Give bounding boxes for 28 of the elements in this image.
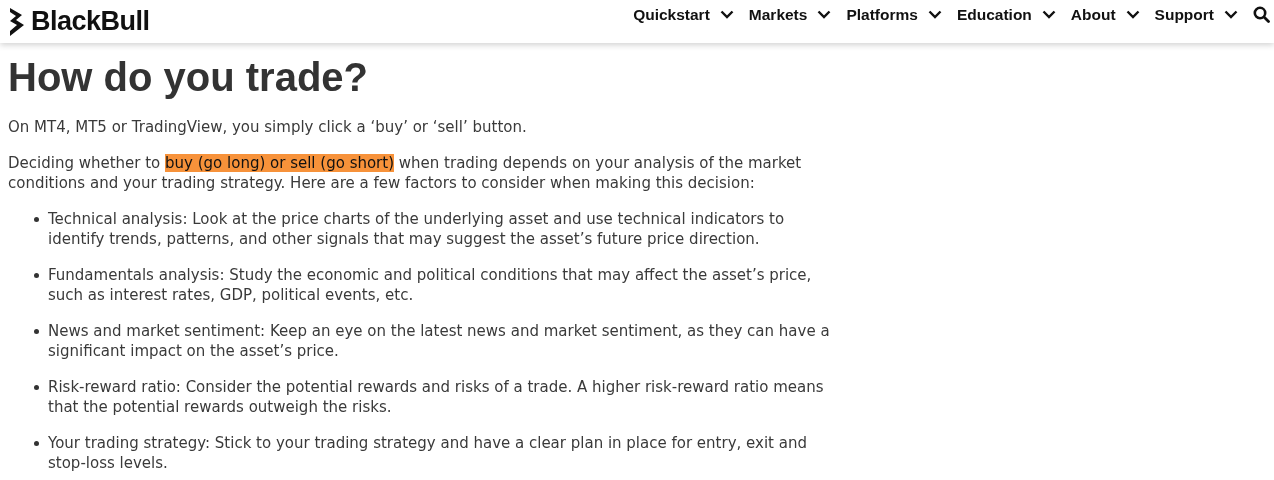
- search-icon[interactable]: [1253, 6, 1270, 23]
- factor-text: Fundamentals analysis: Study the economic and political conditions that may affect the asset’s price, such as interest rates, GDP, political events, etc.: [48, 265, 813, 305]
- chevron-down-icon: [719, 10, 734, 19]
- factor-text: Risk-reward ratio: Consider the potential rewards and risks of a trade. A higher risk-reward ratio means that the potential rewards outweigh the risks.: [48, 377, 825, 417]
- nav-menu-item[interactable]: Support: [1154, 5, 1238, 24]
- factor-text: News and market sentiment: Keep an eye on the latest news and market sentiment, as they can have a significant impact on the asset’s price.: [48, 321, 831, 361]
- nav-menu-item[interactable]: Markets: [748, 5, 832, 24]
- chevron-down-icon: [927, 10, 942, 19]
- bullet-icon: [34, 217, 39, 222]
- nav-menu-item[interactable]: Education: [956, 5, 1056, 24]
- chevron-down-icon: [1125, 10, 1140, 19]
- intro-paragraph: On MT4, MT5 or TradingView, you simply click a ‘buy’ or ‘sell’ button.: [8, 117, 528, 137]
- nav-menu-item[interactable]: Quickstart: [633, 5, 734, 24]
- nav-menu-item[interactable]: Platforms: [846, 5, 942, 24]
- bullet-icon: [34, 441, 39, 446]
- logo-icon: [8, 7, 26, 36]
- nav-menu-item[interactable]: About: [1070, 5, 1140, 24]
- bullet-icon: [34, 273, 39, 278]
- chevron-down-icon: [817, 10, 832, 19]
- chevron-down-icon: [1041, 10, 1056, 19]
- factor-text: Your trading strategy: Stick to your trading strategy and have a clear plan in place for entry, exit and stop-loss levels.: [48, 433, 808, 473]
- chevron-down-icon: [1224, 10, 1238, 19]
- page-heading: How do you trade?: [8, 54, 369, 101]
- bullet-icon: [34, 385, 39, 390]
- bullet-icon: [34, 329, 39, 334]
- decision-paragraph: Deciding whether to buy (go long) or sell (go short) when trading depends on your analysis of the market conditions and your trading strategy. Here are a few factors to consider when making this decision:: [8, 153, 803, 193]
- brand-logo[interactable]: BlackBull: [8, 6, 150, 37]
- factor-text: Technical analysis: Look at the price charts of the underlying asset and use technical indicators to identify trends, patterns, and other signals that may suggest the asset’s future price direction.: [48, 209, 786, 249]
